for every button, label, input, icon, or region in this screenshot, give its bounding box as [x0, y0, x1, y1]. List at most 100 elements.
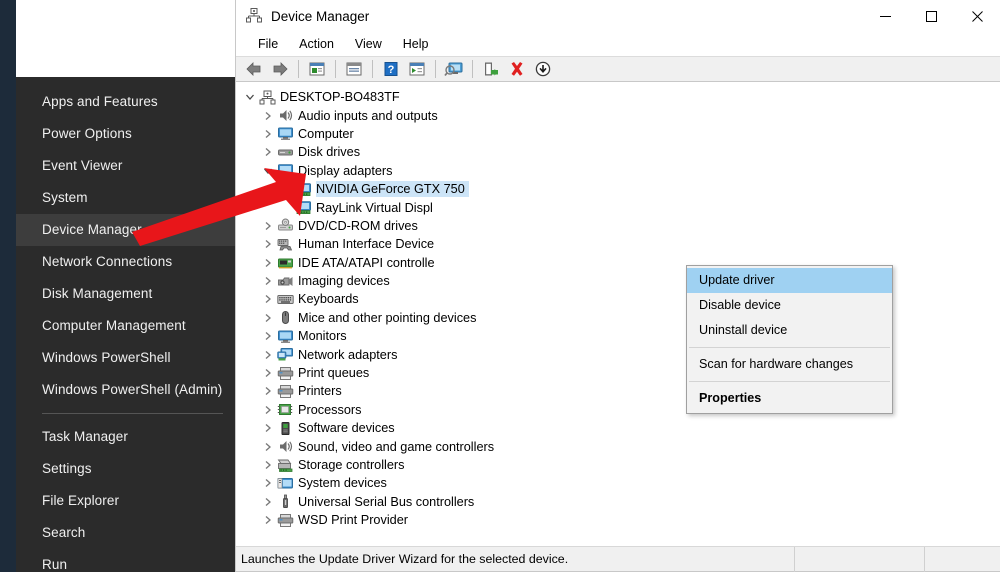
chevron-right-icon[interactable] [260, 515, 276, 525]
context-menu-item-properties[interactable]: Properties [687, 386, 892, 411]
power-menu-item-settings[interactable]: Settings [16, 453, 235, 485]
power-menu-item-task-manager[interactable]: Task Manager [16, 421, 235, 453]
tree-item[interactable]: Audio inputs and outputs [236, 106, 1000, 124]
chevron-right-icon[interactable] [260, 294, 276, 304]
minimize-button[interactable] [862, 0, 908, 32]
desktop-background-strip [0, 0, 16, 572]
window-titlebar: Device Manager [236, 0, 1000, 32]
tree-item-label: Network adapters [298, 347, 398, 362]
maximize-button[interactable] [908, 0, 954, 32]
power-menu-item-disk-management[interactable]: Disk Management [16, 278, 235, 310]
tree-item[interactable]: Software devices [236, 419, 1000, 437]
power-menu-item-apps-and-features[interactable]: Apps and Features [16, 86, 235, 118]
update-driver-icon[interactable] [405, 58, 429, 80]
properties-icon[interactable] [342, 58, 366, 80]
chevron-right-icon[interactable] [260, 129, 276, 139]
power-menu-item-event-viewer[interactable]: Event Viewer [16, 150, 235, 182]
power-menu-item-power-options[interactable]: Power Options [16, 118, 235, 150]
tree-item[interactable]: RayLink Virtual Displ [236, 198, 1000, 216]
power-menu-item-system[interactable]: System [16, 182, 235, 214]
uninstall-device-icon[interactable] [479, 58, 503, 80]
context-menu-item-disable-device[interactable]: Disable device [687, 293, 892, 318]
menu-help[interactable]: Help [393, 34, 439, 54]
chevron-right-icon [265, 129, 271, 138]
chevron-right-icon[interactable] [260, 239, 276, 249]
tree-root-item[interactable]: DESKTOP-BO483TF [236, 88, 1000, 106]
chevron-right-icon[interactable] [260, 405, 276, 415]
tree-item[interactable]: Universal Serial Bus controllers [236, 493, 1000, 511]
chevron-right-icon[interactable] [260, 276, 276, 286]
tree-item-label: Storage controllers [298, 458, 405, 472]
forward-icon[interactable] [268, 58, 292, 80]
device-tree-panel[interactable]: DESKTOP-BO483TF Audio inputs and outputs C… [236, 82, 1000, 546]
delete-icon[interactable] [505, 58, 529, 80]
power-menu-item-search[interactable]: Search [16, 517, 235, 549]
menu-file[interactable]: File [248, 34, 288, 54]
chevron-right-icon [265, 240, 271, 249]
chevron-right-icon[interactable] [260, 221, 276, 231]
tree-item[interactable]: Human Interface Device [236, 235, 1000, 253]
back-icon[interactable] [242, 58, 266, 80]
tree-item-label: Keyboards [298, 292, 359, 307]
context-menu-item-scan-for-hardware-changes[interactable]: Scan for hardware changes [687, 352, 892, 377]
show-hidden-devices-icon[interactable] [305, 58, 329, 80]
chevron-right-icon[interactable] [260, 111, 276, 121]
power-menu-item-label: Disk Management [42, 286, 153, 301]
menu-action[interactable]: Action [289, 34, 344, 54]
power-menu-item-network-connections[interactable]: Network Connections [16, 246, 235, 278]
chevron-right-icon[interactable] [260, 423, 276, 433]
power-menu-item-device-manager[interactable]: Device Manager [16, 214, 235, 246]
menu-view[interactable]: View [345, 34, 392, 54]
printer-icon [276, 512, 294, 528]
toolbar-separator [298, 60, 299, 78]
chevron-right-icon [265, 350, 271, 359]
tree-item[interactable]: Storage controllers [236, 456, 1000, 474]
tree-item-label: Sound, video and game controllers [298, 439, 495, 454]
context-menu-item-update-driver[interactable]: Update driver [687, 268, 892, 293]
chevron-right-icon[interactable] [260, 497, 276, 507]
network-adapter-icon [276, 347, 294, 363]
tree-item[interactable]: System devices [236, 474, 1000, 492]
window-title: Device Manager [271, 8, 370, 24]
toolbar-separator [335, 60, 336, 78]
close-button[interactable] [954, 0, 1000, 32]
chevron-right-icon[interactable] [260, 460, 276, 470]
tree-item[interactable]: Sound, video and game controllers [236, 437, 1000, 455]
device-manager-icon [245, 7, 263, 25]
power-menu-item-file-explorer[interactable]: File Explorer [16, 485, 235, 517]
status-pane-1 [794, 546, 924, 572]
help-icon[interactable]: ? [379, 58, 403, 80]
hid-icon [276, 236, 294, 252]
tree-item[interactable]: WSD Print Provider [236, 511, 1000, 529]
status-message: Launches the Update Driver Wizard for th… [241, 552, 569, 566]
chevron-right-icon[interactable] [260, 350, 276, 360]
display-adapter-icon [276, 163, 294, 179]
chevron-right-icon[interactable] [260, 478, 276, 488]
chevron-down-icon[interactable] [242, 92, 258, 102]
disable-device-icon[interactable] [531, 58, 555, 80]
context-menu-item-uninstall-device[interactable]: Uninstall device [687, 318, 892, 343]
chevron-right-icon[interactable] [260, 331, 276, 341]
tree-item-label: Software devices [298, 421, 395, 436]
tree-item[interactable]: NVIDIA GeForce GTX 750 [236, 180, 1000, 198]
chevron-right-icon[interactable] [260, 258, 276, 268]
tree-item[interactable]: DVD/CD-ROM drives [236, 217, 1000, 235]
tree-item-label: Audio inputs and outputs [298, 108, 438, 123]
power-menu-item-label: Network Connections [42, 254, 173, 269]
chevron-right-icon[interactable] [260, 368, 276, 378]
tree-item[interactable]: Display adapters [236, 162, 1000, 180]
power-menu-item-windows-powershell-admin[interactable]: Windows PowerShell (Admin) [16, 374, 235, 406]
chevron-right-icon[interactable] [260, 442, 276, 452]
toolbar: ? [236, 56, 1000, 82]
power-menu-item-windows-powershell[interactable]: Windows PowerShell [16, 342, 235, 374]
power-menu-item-run[interactable]: Run [16, 549, 235, 572]
scan-hardware-changes-icon[interactable] [442, 58, 466, 80]
chevron-right-icon [265, 295, 271, 304]
power-menu-item-computer-management[interactable]: Computer Management [16, 310, 235, 342]
chevron-right-icon[interactable] [260, 147, 276, 157]
tree-item[interactable]: Disk drives [236, 143, 1000, 161]
chevron-right-icon[interactable] [260, 313, 276, 323]
chevron-down-icon[interactable] [260, 166, 276, 176]
tree-item[interactable]: Computer [236, 125, 1000, 143]
chevron-right-icon[interactable] [260, 386, 276, 396]
